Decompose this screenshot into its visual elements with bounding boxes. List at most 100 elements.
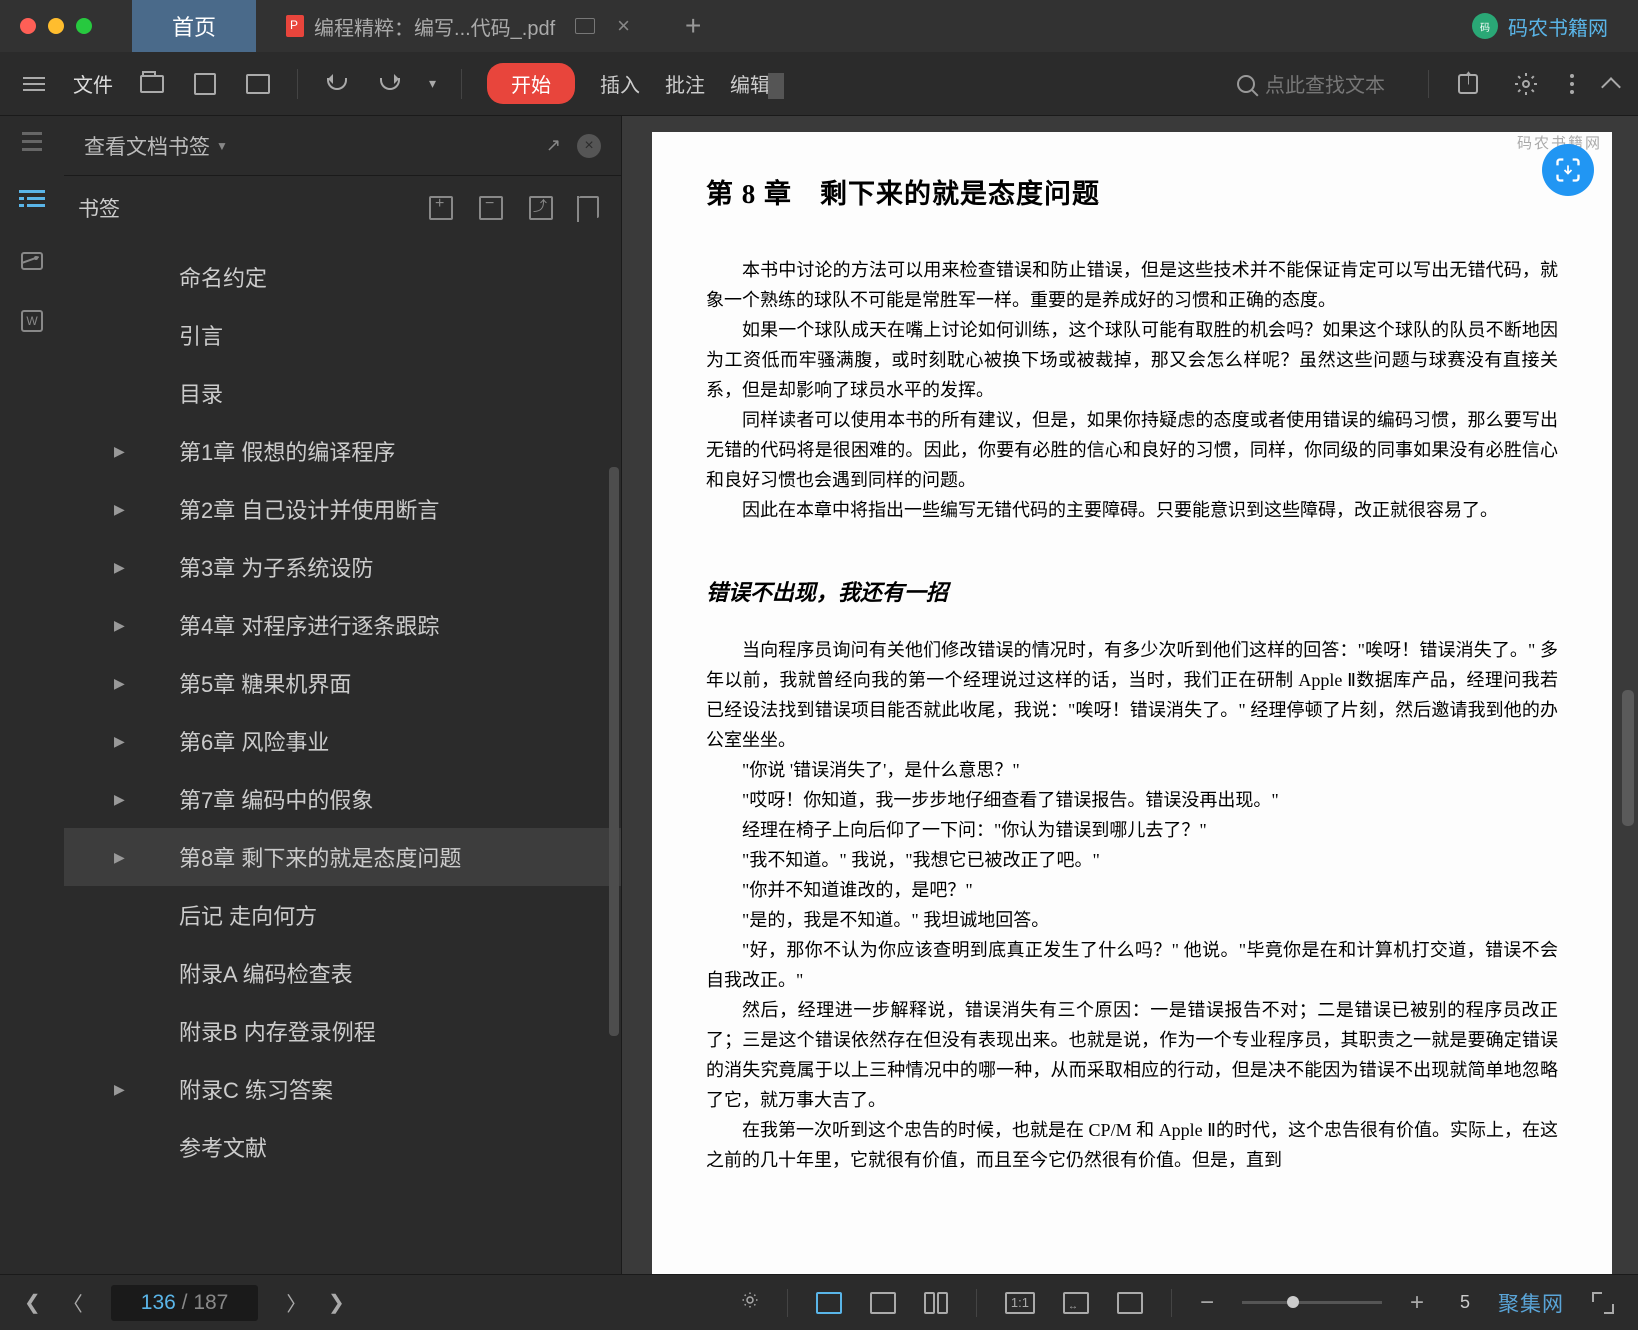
fullscreen-icon[interactable] [1592,1292,1614,1314]
bookmarks-tab[interactable]: 书签 [78,193,120,223]
outline-item[interactable]: ▶第5章 糖果机界面 [64,654,621,712]
print-icon[interactable] [244,70,272,98]
zoom-in-button[interactable]: + [1410,1289,1424,1317]
zoom-slider[interactable] [1242,1301,1382,1304]
outline-item[interactable]: ▶第1章 假想的编译程序 [64,422,621,480]
brightness-icon[interactable] [741,1291,759,1314]
outline-item[interactable]: 目录 [64,364,621,422]
remove-bookmark-icon[interactable] [479,196,503,220]
expand-icon[interactable]: ▶ [114,675,125,692]
next-page-button[interactable]: 〉 [286,1288,306,1317]
expand-icon[interactable]: ▶ [114,443,125,460]
rail-menu-icon[interactable] [17,126,47,156]
outline-item[interactable]: 后记 走向何方 [64,886,621,944]
tab-home[interactable]: 首页 [132,0,256,52]
status-sep-2 [976,1289,977,1317]
expand-icon[interactable]: ▶ [114,733,125,750]
continuous-view-icon[interactable] [870,1292,896,1314]
chapter-title: 剩下来的就是态度问题 [820,179,1100,209]
prev-page-button[interactable]: 〈 [63,1288,83,1317]
outline-item[interactable]: ▶ 附录C 练习答案 [64,1060,621,1118]
document-view[interactable]: 码农书籍网 第 8 章剩下来的就是态度问题 本书中讨论的方法可以用来检查错误和防… [622,116,1638,1274]
outline-item[interactable]: ▶第3章 为子系统设防 [64,538,621,596]
outline-item[interactable]: 引言 [64,306,621,364]
outline-item[interactable]: 参考文献 [64,1118,621,1176]
outline-item[interactable]: 附录B 内存登录例程 [64,1002,621,1060]
edit-menu[interactable]: 编辑 [730,69,784,98]
more-icon[interactable] [1570,74,1574,94]
file-menu[interactable]: 文件 [73,69,113,98]
first-page-button[interactable]: ❮ [24,1290,35,1315]
bookmark-action-icon[interactable] [529,196,553,220]
open-folder-icon[interactable] [138,70,166,98]
outline-item[interactable]: ▶第4章 对程序进行逐条跟踪 [64,596,621,654]
collapse-ribbon-icon[interactable] [1601,77,1621,97]
redo-dropdown-icon[interactable]: ▾ [429,75,436,92]
dropdown-icon[interactable]: ▼ [216,139,228,153]
minimize-window-button[interactable] [48,18,64,34]
single-page-view-icon[interactable] [816,1292,842,1314]
last-page-button[interactable]: ❮ [334,1290,345,1315]
outline-item[interactable]: 附录A 编码检查表 [64,944,621,1002]
insert-menu[interactable]: 插入 [600,69,640,98]
fit-page-icon[interactable] [1117,1292,1143,1314]
outline-item-selected[interactable]: ▶第8章 剩下来的就是态度问题 [64,828,621,886]
share-icon[interactable] [1454,70,1482,98]
search-box[interactable]: 点此查找文本 [1237,69,1385,98]
zoom-out-button[interactable]: − [1200,1289,1214,1317]
outline-item[interactable]: ▶第6章 风险事业 [64,712,621,770]
body-paragraph: 然后，经理进一步解释说，错误消失有三个原因：一是错误报告不对；二是错误已被别的程… [706,995,1558,1115]
page-scrollbar[interactable] [1620,132,1634,1270]
expand-icon[interactable]: ▶ [114,849,125,866]
outline-item[interactable]: 命名约定 [64,248,621,306]
zoom-value[interactable]: 5 [1460,1292,1470,1313]
undo-icon[interactable] [323,70,351,98]
dialogue-line: "好，那你不认为你应该查明到底真正发生了什么吗？" 他说。"毕竟你是在和计算机打… [706,935,1558,995]
sidebar-header: 查看文档书签 ▼ ↗ × [64,116,621,176]
redo-icon[interactable] [376,70,404,98]
close-tab-icon[interactable]: × [617,13,630,39]
outline-label: 引言 [179,319,223,351]
monitor-icon[interactable] [575,18,595,34]
new-tab-button[interactable]: + [660,10,726,42]
expand-icon[interactable]: ▶ [114,501,125,518]
close-sidebar-icon[interactable]: × [577,134,601,158]
outline-label: 附录B 内存登录例程 [179,1015,376,1047]
settings-icon[interactable] [1512,70,1540,98]
outline-label: 目录 [179,377,223,409]
expand-icon[interactable]: ▶ [114,791,125,808]
convert-floating-button[interactable] [1542,144,1594,196]
add-bookmark-icon[interactable] [429,196,453,220]
brand-text[interactable]: 码农书籍网 [1508,12,1608,41]
rail-thumbnails-icon[interactable] [17,246,47,276]
rail-convert-icon[interactable]: W [17,306,47,336]
actual-size-icon[interactable]: 1:1 [1005,1292,1035,1314]
status-sep-3 [1171,1289,1172,1317]
outline-list[interactable]: 命名约定 引言 目录 ▶第1章 假想的编译程序 ▶第2章 自己设计并使用断言 ▶… [64,240,621,1274]
expand-icon[interactable]: ▶ [114,1081,125,1098]
bookmark-flag-icon[interactable] [579,196,599,218]
outline-item[interactable]: ▶第2章 自己设计并使用断言 [64,480,621,538]
toolbar-divider [297,69,298,99]
close-window-button[interactable] [20,18,36,34]
save-icon[interactable] [191,70,219,98]
dialogue-line: "哎呀！你知道，我一步步地仔细查看了错误报告。错误没再出现。" [706,785,1558,815]
expand-icon[interactable]: ▶ [114,559,125,576]
two-page-view-icon[interactable] [924,1292,948,1314]
outline-item[interactable]: ▶第7章 编码中的假象 [64,770,621,828]
tab-document[interactable]: 编程精粹：编写...代码_.pdf × [256,0,660,52]
menu-icon[interactable] [20,70,48,98]
outline-label: 附录C 练习答案 [179,1073,333,1105]
outline-label: 参考文献 [179,1131,267,1163]
sidebar-title[interactable]: 查看文档书签 [84,131,210,161]
start-button[interactable]: 开始 [487,63,575,104]
outline-scrollbar[interactable] [607,240,621,1274]
rail-outline-icon[interactable] [17,186,47,216]
expand-icon[interactable]: ↗ [546,135,561,156]
watermark-logo: 聚集网 [1498,1288,1564,1318]
expand-icon[interactable]: ▶ [114,617,125,634]
fit-width-icon[interactable]: ↔ [1063,1292,1089,1314]
maximize-window-button[interactable] [76,18,92,34]
annotate-menu[interactable]: 批注 [665,69,705,98]
page-number-box[interactable]: 136 / 187 [111,1285,259,1321]
